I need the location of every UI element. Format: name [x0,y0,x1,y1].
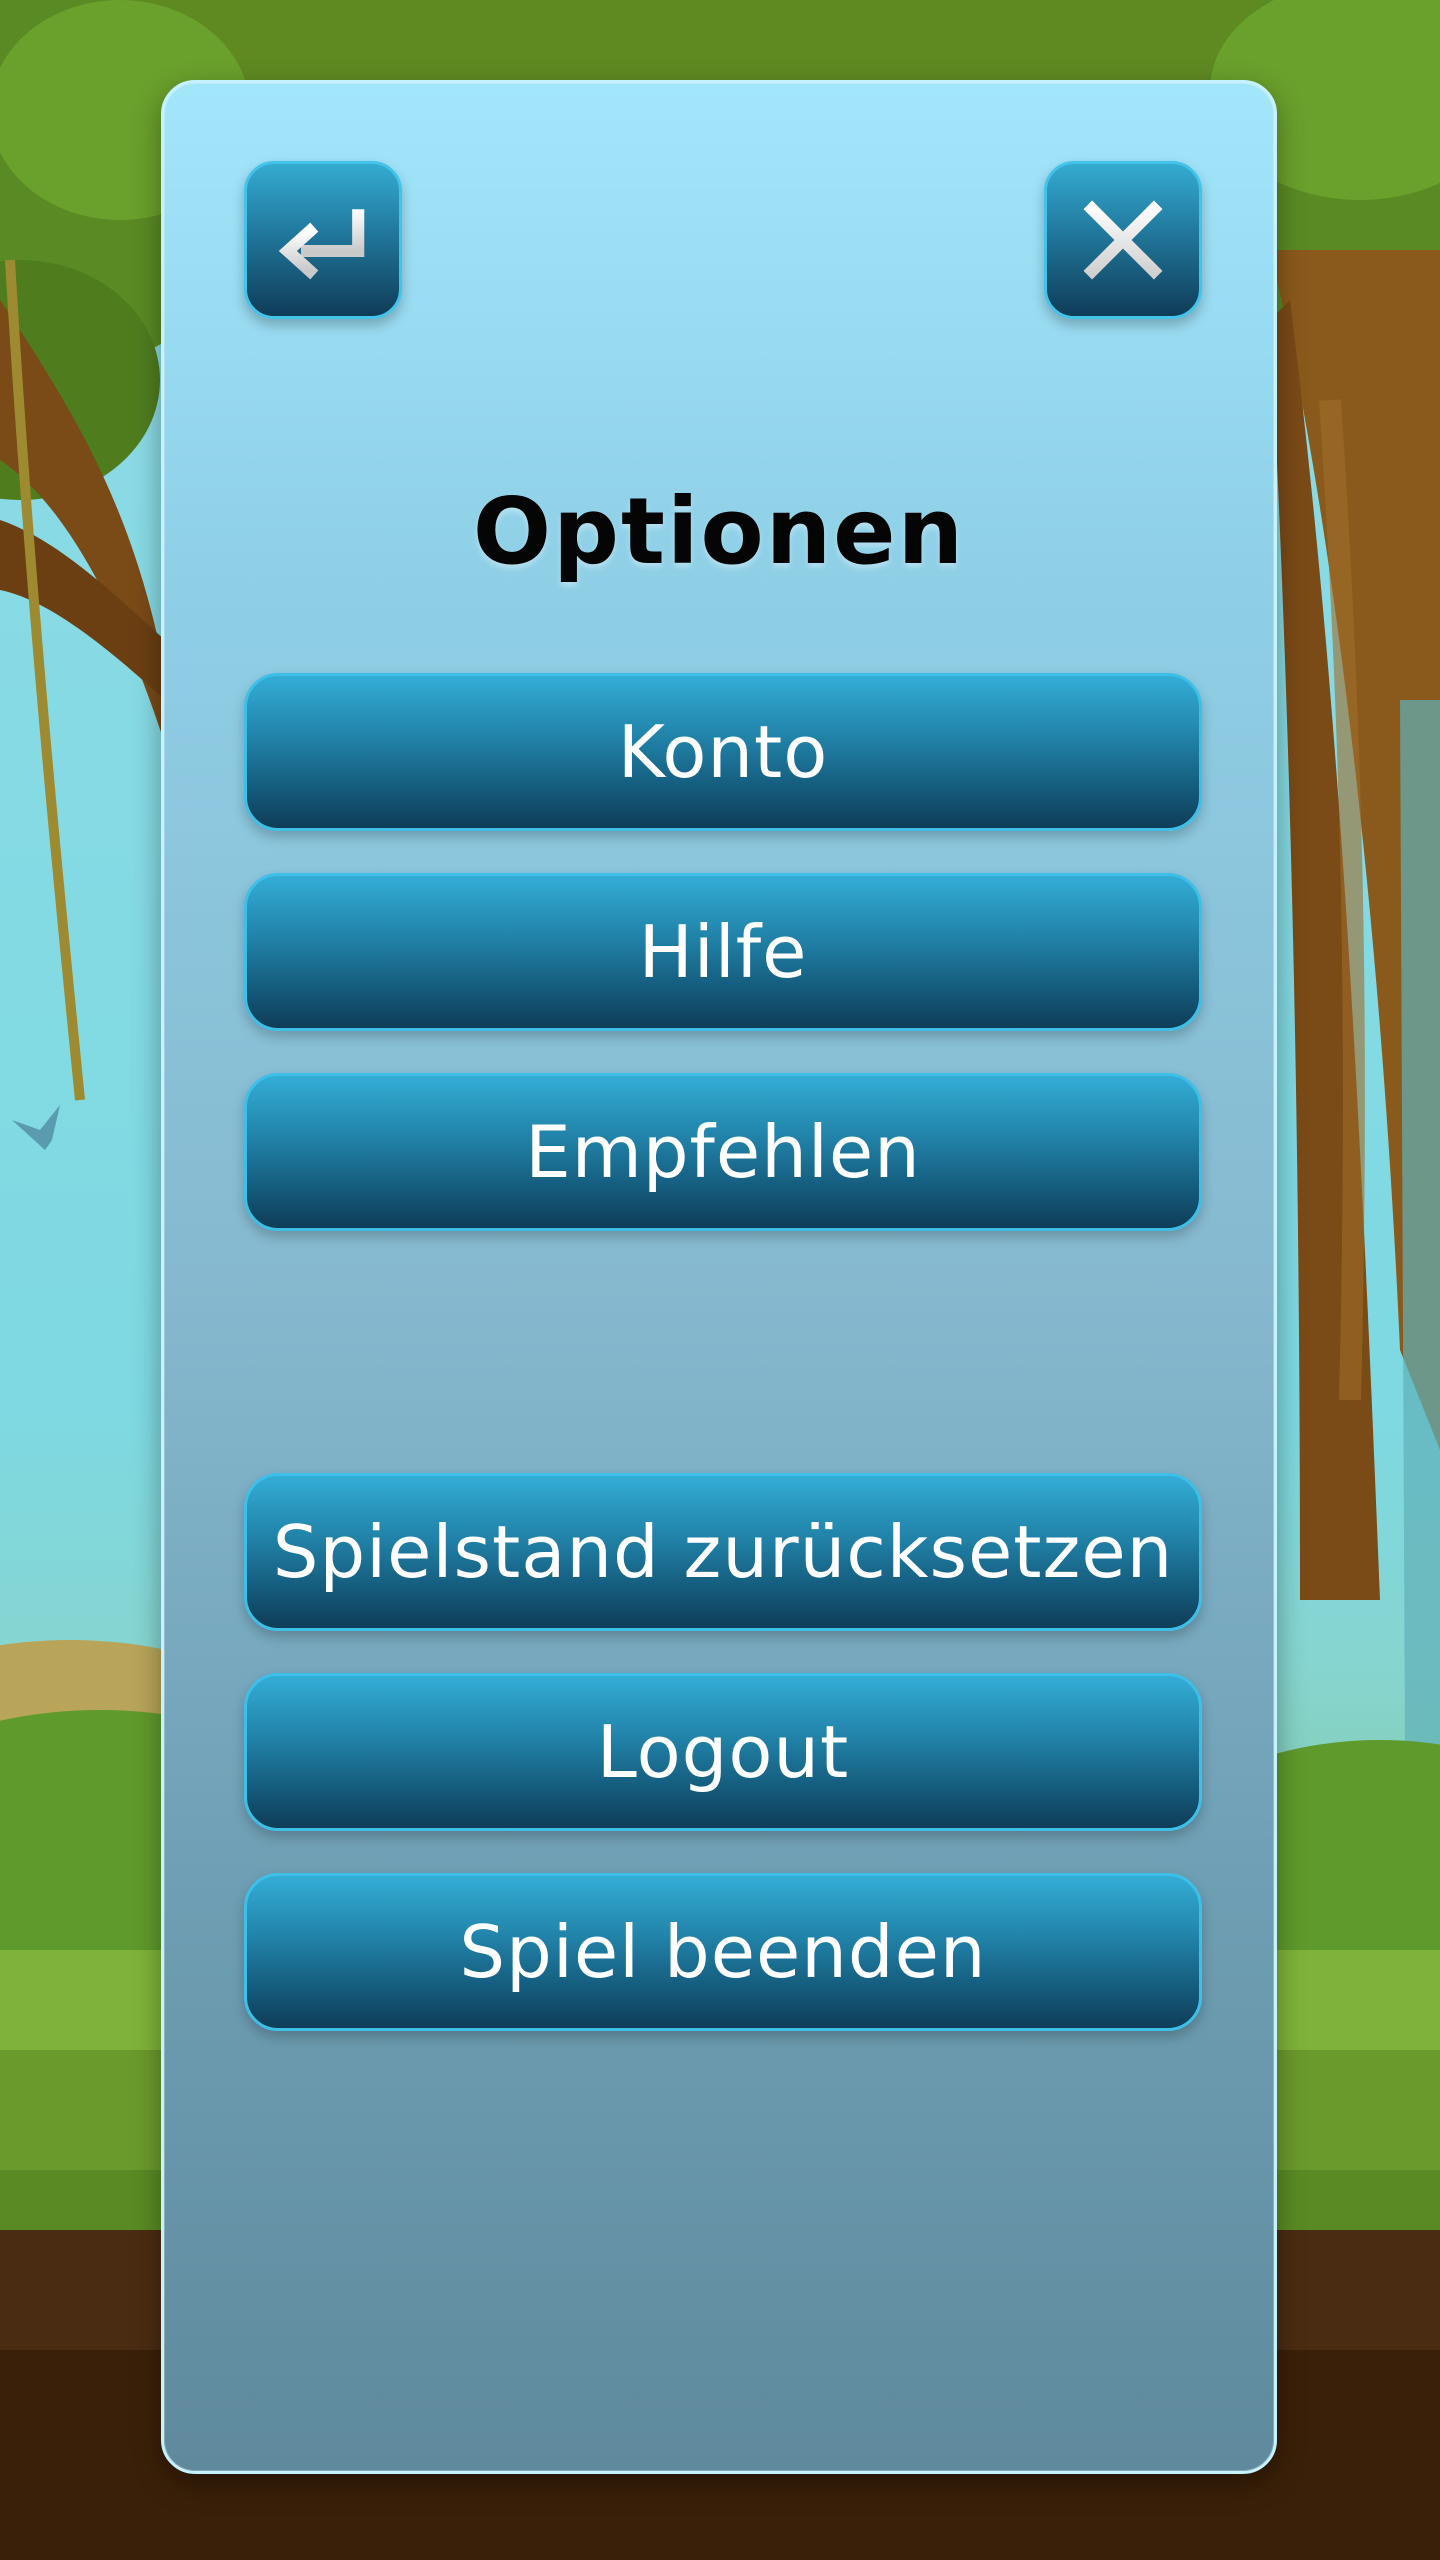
logout-button-label: Logout [596,1710,850,1794]
account-button[interactable]: Konto [244,673,1202,831]
recommend-button[interactable]: Empfehlen [244,1073,1202,1231]
return-arrow-icon [278,209,365,280]
reset-progress-button-label: Spielstand zurücksetzen [272,1510,1174,1594]
close-button[interactable] [1044,161,1202,319]
options-dialog: Optionen Konto Hilfe Empfehlen Spielstan… [161,80,1277,2474]
logout-button[interactable]: Logout [244,1673,1202,1831]
help-button-label: Hilfe [638,910,808,994]
quit-game-button-label: Spiel beenden [459,1910,987,1994]
back-button[interactable] [244,161,402,319]
quit-game-button[interactable]: Spiel beenden [244,1873,1202,2031]
close-x-icon [1083,200,1163,280]
dialog-title: Optionen [472,478,966,585]
account-button-label: Konto [617,710,829,794]
reset-progress-button[interactable]: Spielstand zurücksetzen [244,1473,1202,1631]
game-scene: Optionen Konto Hilfe Empfehlen Spielstan… [0,0,1440,2560]
help-button[interactable]: Hilfe [244,873,1202,1031]
recommend-button-label: Empfehlen [525,1110,921,1194]
